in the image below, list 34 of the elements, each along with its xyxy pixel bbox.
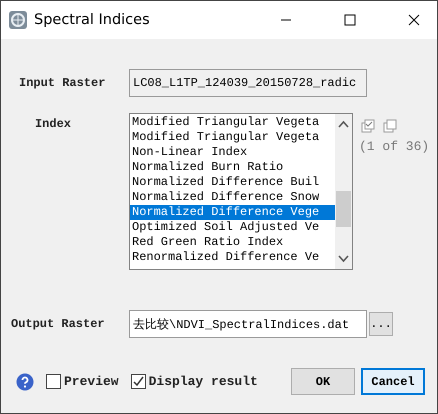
app-icon [8, 10, 28, 30]
scroll-down-icon[interactable] [338, 255, 349, 263]
input-raster-field[interactable]: LC08_L1TP_124039_20150728_radic [129, 69, 367, 97]
scroll-thumb[interactable] [336, 191, 351, 227]
list-item[interactable]: Optimized Soil Adjusted Ve [130, 220, 335, 235]
scroll-up-icon[interactable] [338, 120, 349, 128]
select-all-icon[interactable] [361, 119, 375, 133]
check-icon [132, 375, 145, 388]
ok-button[interactable]: OK [291, 368, 355, 395]
index-label: Index [34, 116, 72, 131]
list-item[interactable]: Normalized Difference Vege [130, 205, 335, 220]
preview-checkbox[interactable]: Preview [46, 374, 119, 389]
list-item[interactable]: Modified Triangular Vegeta [130, 115, 335, 130]
list-item[interactable]: Renormalized Difference Ve [130, 250, 335, 265]
input-raster-label: Input Raster [18, 76, 106, 90]
list-item[interactable]: Modified Triangular Vegeta [130, 130, 335, 145]
display-result-checkbox[interactable]: Display result [130, 374, 258, 389]
browse-button[interactable]: ... [369, 312, 393, 336]
output-raster-field[interactable]: 去比较\NDVI_SpectralIndices.dat [129, 310, 367, 338]
list-item[interactable]: Normalized Difference Buil [130, 175, 335, 190]
maximize-icon [344, 14, 356, 26]
list-item[interactable]: Non-Linear Index [130, 145, 335, 160]
selection-count: (1 of 36) [359, 139, 430, 154]
help-icon[interactable] [16, 372, 34, 390]
clear-selection-icon[interactable] [383, 119, 397, 133]
window-title: Spectral Indices [34, 12, 151, 28]
list-item[interactable]: Normalized Difference Snow [130, 190, 335, 205]
cancel-button[interactable]: Cancel [361, 368, 425, 395]
close-icon [408, 14, 420, 26]
output-raster-label: Output Raster [10, 317, 106, 331]
scrollbar[interactable] [335, 114, 352, 269]
list-item[interactable]: Normalized Burn Ratio [130, 160, 335, 175]
list-item[interactable]: Red Green Ratio Index [130, 235, 335, 250]
index-list[interactable] [129, 113, 353, 270]
